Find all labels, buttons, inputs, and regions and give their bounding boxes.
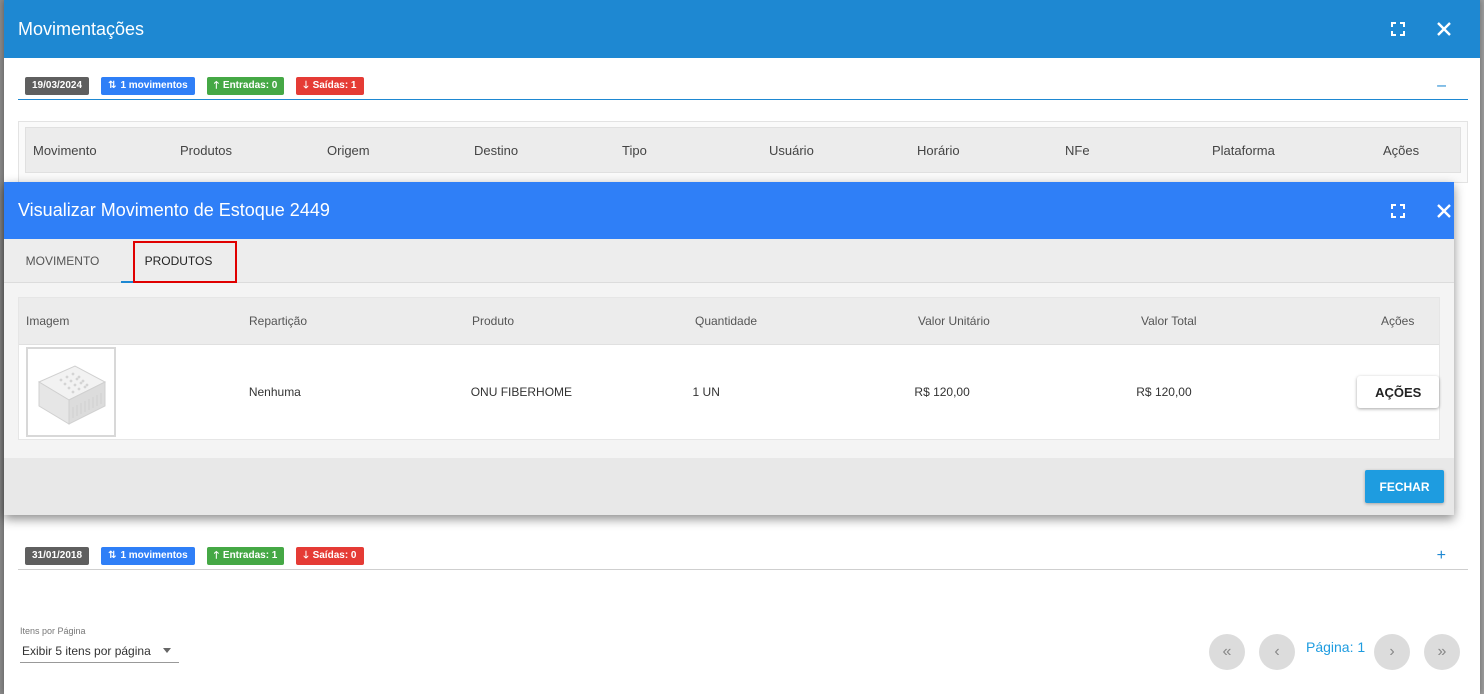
entradas-badge: 🡑 Entradas: 0 — [206, 76, 285, 95]
double-chevron-left-icon: « — [1222, 643, 1232, 660]
double-chevron-right-icon: » — [1437, 643, 1447, 660]
chevron-right-icon: › — [1389, 643, 1395, 660]
col-origem: Origem — [327, 142, 370, 158]
col-horario: Horário — [917, 142, 960, 158]
swap-vertical-icon: ⇅ — [108, 79, 117, 91]
last-page-button[interactable]: » — [1424, 634, 1460, 670]
quantidade-cell: 1 UN — [692, 385, 720, 399]
col-usuario: Usuário — [769, 142, 814, 158]
col-acoes: Ações — [1381, 314, 1415, 328]
first-page-button[interactable]: « — [1209, 634, 1245, 670]
arrow-up-icon: 🡑 — [213, 549, 219, 561]
col-quantidade: Quantidade — [695, 314, 758, 328]
col-produtos: Produtos — [180, 142, 233, 158]
fullscreen-icon[interactable] — [1387, 200, 1409, 222]
produto-cell: ONU FIBERHOME — [470, 385, 573, 399]
movements-table: Movimento Produtos Origem Destino Tipo U… — [18, 121, 1468, 183]
tab-produtos[interactable]: PRODUTOS — [121, 239, 236, 283]
inner-dialog-title: Visualizar Movimento de Estoque 2449 — [18, 200, 330, 220]
onu-device-icon — [37, 365, 107, 425]
group-date-badge: 31/01/2018 — [25, 546, 90, 565]
movimentos-count-label: 1 movimentos — [120, 80, 188, 91]
close-icon[interactable] — [1433, 200, 1455, 222]
entradas-badge: 🡑 Entradas: 1 — [206, 546, 285, 565]
col-reparticao: Repartição — [249, 314, 308, 328]
col-destino: Destino — [474, 142, 519, 158]
saidas-badge: 🡓 Saídas: 1 — [296, 76, 364, 95]
movimentos-count-badge: ⇅ 1 movimentos — [101, 76, 195, 95]
close-icon[interactable] — [1433, 18, 1455, 40]
reparticao-cell: Nenhuma — [248, 385, 301, 399]
caret-down-icon — [163, 648, 171, 653]
collapse-group-button[interactable]: – — [1437, 77, 1446, 95]
saidas-badge: 🡓 Saídas: 0 — [296, 546, 364, 565]
image-cell — [19, 347, 241, 437]
col-movimento: Movimento — [33, 142, 97, 158]
movements-table-header: Movimento Produtos Origem Destino Tipo U… — [25, 127, 1461, 173]
entradas-label: Entradas: 0 — [222, 80, 278, 91]
product-image — [26, 347, 116, 437]
fechar-button[interactable]: FECHAR — [1365, 470, 1444, 503]
col-plataforma: Plataforma — [1212, 142, 1275, 158]
movement-group-header[interactable]: 31/01/2018 ⇅ 1 movimentos 🡑 Entradas: 1 … — [18, 542, 1468, 570]
dialog-footer: FECHAR — [4, 458, 1454, 515]
items-per-page-select[interactable]: Exibir 5 itens por página — [20, 640, 179, 663]
col-imagem: Imagem — [26, 314, 70, 328]
chevron-left-icon: ‹ — [1274, 643, 1280, 660]
items-per-page-label: Itens por Página — [20, 626, 86, 636]
movimentos-count-badge: ⇅ 1 movimentos — [101, 546, 195, 565]
outer-dialog-title: Movimentações — [18, 18, 145, 39]
fullscreen-icon[interactable] — [1387, 18, 1409, 40]
valor-unitario-cell: R$ 120,00 — [914, 385, 970, 399]
products-table: Imagem Repartição Produto Quantidade Val… — [18, 297, 1440, 440]
arrow-down-icon: 🡓 — [303, 549, 309, 561]
saidas-label: Saídas: 1 — [312, 80, 357, 91]
tab-movimento[interactable]: MOVIMENTO — [4, 239, 121, 282]
inner-dialog-header: Visualizar Movimento de Estoque 2449 — [4, 182, 1454, 239]
movimentos-count-label: 1 movimentos — [120, 550, 188, 561]
swap-vertical-icon: ⇅ — [108, 549, 117, 561]
next-page-button[interactable]: › — [1374, 634, 1410, 670]
expand-group-button[interactable]: + — [1437, 547, 1446, 565]
saidas-label: Saídas: 0 — [312, 550, 357, 561]
group-date-badge: 19/03/2024 — [25, 76, 90, 95]
arrow-down-icon: 🡓 — [303, 79, 309, 91]
outer-dialog-header: Movimentações — [4, 0, 1480, 58]
prev-page-button[interactable]: ‹ — [1259, 634, 1295, 670]
col-produto: Produto — [472, 314, 515, 328]
arrow-up-icon: 🡑 — [213, 79, 219, 91]
valor-total-cell: R$ 120,00 — [1136, 385, 1192, 399]
acoes-button[interactable]: AÇÕES — [1357, 376, 1439, 408]
col-tipo: Tipo — [622, 142, 647, 158]
tab-bar: MOVIMENTO PRODUTOS — [4, 239, 1454, 283]
visualizar-movimento-dialog: Visualizar Movimento de Estoque 2449 MOV… — [4, 182, 1454, 515]
items-per-page-value: Exibir 5 itens por página — [22, 644, 151, 658]
movement-group-header[interactable]: 19/03/2024 ⇅ 1 movimentos 🡑 Entradas: 0 … — [18, 72, 1468, 100]
products-table-header: Imagem Repartição Produto Quantidade Val… — [19, 298, 1439, 345]
table-row: Nenhuma ONU FIBERHOME 1 UN R$ 120,00 R$ … — [19, 345, 1439, 439]
col-valor-unitario: Valor Unitário — [918, 314, 990, 328]
col-nfe: NFe — [1065, 142, 1090, 158]
col-valor-total: Valor Total — [1141, 314, 1197, 328]
current-page-label: Página: 1 — [1306, 639, 1366, 655]
entradas-label: Entradas: 1 — [222, 550, 278, 561]
col-acoes: Ações — [1383, 142, 1420, 158]
